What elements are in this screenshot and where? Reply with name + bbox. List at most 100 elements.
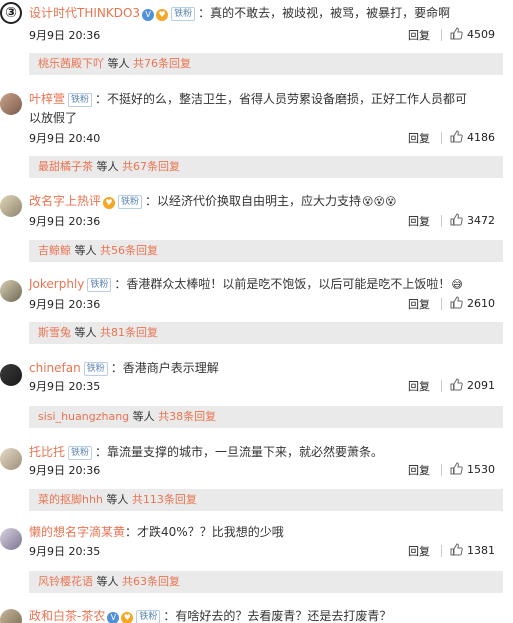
like-button[interactable]: 4509 [450,27,495,41]
reply-user[interactable]: 风铃樱花语 [38,575,93,588]
reply-summary[interactable]: 最甜橘子茶 等人 共67条回复 [29,156,503,178]
reply-button[interactable]: 回复 [408,296,430,312]
reply-count[interactable]: 共113条回复 [132,493,197,506]
emoji-icon: 😵😵😵 [362,195,397,208]
divider [441,298,442,310]
comment-text: ：靠流量支撑的城市，一旦流量下来，就必然要萧条。 [95,445,384,459]
comment-username[interactable]: 改名字上热评 [29,194,101,208]
reply-summary[interactable]: 风铃樱花语 等人 共63条回复 [29,571,503,593]
thumbs-up-icon [450,130,463,143]
comment-time: 9月9日 20:36 [29,464,101,477]
like-button[interactable]: 2610 [450,296,495,310]
reply-user[interactable]: sisi_huangzhang [38,410,129,423]
heart-badge-icon: ♥ [156,9,169,21]
reply-summary[interactable]: 桃乐茜殿下吖 等人 共76条回复 [29,53,503,75]
comment-body: chinefan 铁粉 ：香港商户表示理解 [29,359,469,378]
like-count: 4509 [467,28,495,41]
verified-v-icon: V [107,612,120,623]
like-count: 4186 [467,131,495,144]
avatar[interactable] [0,528,22,550]
comment-username[interactable]: chinefan [29,361,81,375]
reply-count[interactable]: 共67条回复 [122,160,180,173]
reply-summary[interactable]: 吉鲸鲸 等人 共56条回复 [29,240,503,262]
fan-badge: 铁粉 [136,610,161,623]
like-button[interactable]: 1530 [450,462,495,476]
avatar[interactable] [0,364,22,386]
reply-button[interactable]: 回复 [408,378,430,394]
avatar[interactable] [0,609,22,623]
comment-username[interactable]: 设计时代THINKDO3 [29,6,140,20]
emoji-icon: 😅 [451,278,463,291]
thumbs-up-icon [450,378,463,391]
comment-item: chinefan 铁粉 ：香港商户表示理解 9月9日 20:35 回复 2091 s… [0,359,513,433]
like-count: 2091 [467,379,495,392]
comment-text: ：才跌40%？？比我想的少哦 [125,525,284,539]
avatar[interactable] [0,280,22,302]
comment-time: 9月9日 20:36 [29,215,101,228]
comment-username[interactable]: 托比托 [29,445,65,459]
fan-badge: 铁粉 [68,93,93,107]
like-count: 1381 [467,544,495,557]
comment-time: 9月9日 20:36 [29,29,101,42]
thumbs-up-icon [450,213,463,226]
comment-username[interactable]: 政和白茶-茶农 [29,609,105,623]
reply-count[interactable]: 共38条回复 [158,410,216,423]
heart-badge-icon: ♥ [121,612,134,623]
comment-item: 政和白茶-茶农 V ♥ 铁粉 ：有啥好去的？去看废青？还是去打废青？ [0,603,513,623]
reply-button[interactable]: 回复 [408,213,430,229]
fan-badge: 铁粉 [83,362,108,376]
like-button[interactable]: 3472 [450,213,495,227]
reply-button[interactable]: 回复 [408,462,430,478]
avatar[interactable] [0,93,22,115]
reply-count[interactable]: 共76条回复 [133,57,191,70]
like-button[interactable]: 2091 [450,378,495,392]
comment-username[interactable]: 叶梓萱 [29,92,65,106]
verified-v-icon: V [142,9,155,21]
thumbs-up-icon [450,27,463,40]
thumbs-up-icon [450,543,463,556]
divider [441,464,442,476]
reply-user[interactable]: 斯雪兔 [38,326,71,339]
like-button[interactable]: 1381 [450,543,495,557]
like-button[interactable]: 4186 [450,130,495,144]
reply-count[interactable]: 共81条回复 [100,326,158,339]
comment-body: 叶梓萱 铁粉 ：不挺好的么，整洁卫生，省得人员劳累设备磨损，正好工作人员都可以放假了 [29,90,469,128]
reply-user[interactable]: 桃乐茜殿下吖 [38,57,104,70]
divider [441,132,442,144]
comment-body: 懒的想名字滴某黄：才跌40%？？比我想的少哦 [29,523,469,542]
comment-time: 9月9日 20:35 [29,545,101,558]
comment-time: 9月9日 20:36 [29,298,101,311]
comment-text: ：以经济代价换取自由明主，应大力支持 [145,194,362,208]
comment-text: ：不挺好的么，整洁卫生，省得人员劳累设备磨损，正好工作人员都可以放假了 [29,92,468,125]
heart-badge-icon: ♥ [103,197,116,209]
reply-user[interactable]: 菜的抠脚hhh [38,493,103,506]
reply-summary[interactable]: 斯雪兔 等人 共81条回复 [29,322,503,344]
comment-body: 托比托 铁粉 ：靠流量支撑的城市，一旦流量下来，就必然要萧条。 [29,443,469,462]
reply-user[interactable]: 吉鲸鲸 [38,244,71,257]
reply-user[interactable]: 最甜橘子茶 [38,160,93,173]
comment-item: Jokerphly 铁粉 ：香港群众太棒啦！以前是吃不饱饭，以后可能是吃不上饭啦！😅… [0,275,513,349]
reply-button[interactable]: 回复 [408,130,430,146]
comment-text: ：香港群众太棒啦！以前是吃不饱饭，以后可能是吃不上饭啦！ [114,277,451,291]
like-count: 2610 [467,297,495,310]
reply-count[interactable]: 共56条回复 [100,244,158,257]
avatar[interactable] [0,448,22,470]
comment-item: 托比托 铁粉 ：靠流量支撑的城市，一旦流量下来，就必然要萧条。 9月9日 20:36… [0,443,513,517]
comment-item: 叶梓萱 铁粉 ：不挺好的么，整洁卫生，省得人员劳累设备磨损，正好工作人员都可以放假了… [0,87,513,179]
divider [441,380,442,392]
reply-count[interactable]: 共63条回复 [122,575,180,588]
reply-summary[interactable]: sisi_huangzhang 等人 共38条回复 [29,406,503,428]
thumbs-up-icon [450,462,463,475]
reply-button[interactable]: 回复 [408,27,430,43]
fan-badge: 铁粉 [118,195,143,209]
comment-username[interactable]: 懒的想名字滴某黄 [29,525,125,539]
comment-username[interactable]: Jokerphly [29,277,84,291]
reply-summary[interactable]: 菜的抠脚hhh 等人 共113条回复 [29,489,503,511]
comment-time: 9月9日 20:35 [29,380,101,393]
comment-body: Jokerphly 铁粉 ：香港群众太棒啦！以前是吃不饱饭，以后可能是吃不上饭啦！😅 [29,275,469,294]
comment-text: ：真的不敢去，被歧视，被骂，被暴打，要命啊 [198,6,451,20]
comment-text: ：香港商户表示理解 [110,361,219,375]
reply-button[interactable]: 回复 [408,543,430,559]
avatar[interactable]: ③ [0,2,22,24]
avatar[interactable] [0,195,22,217]
